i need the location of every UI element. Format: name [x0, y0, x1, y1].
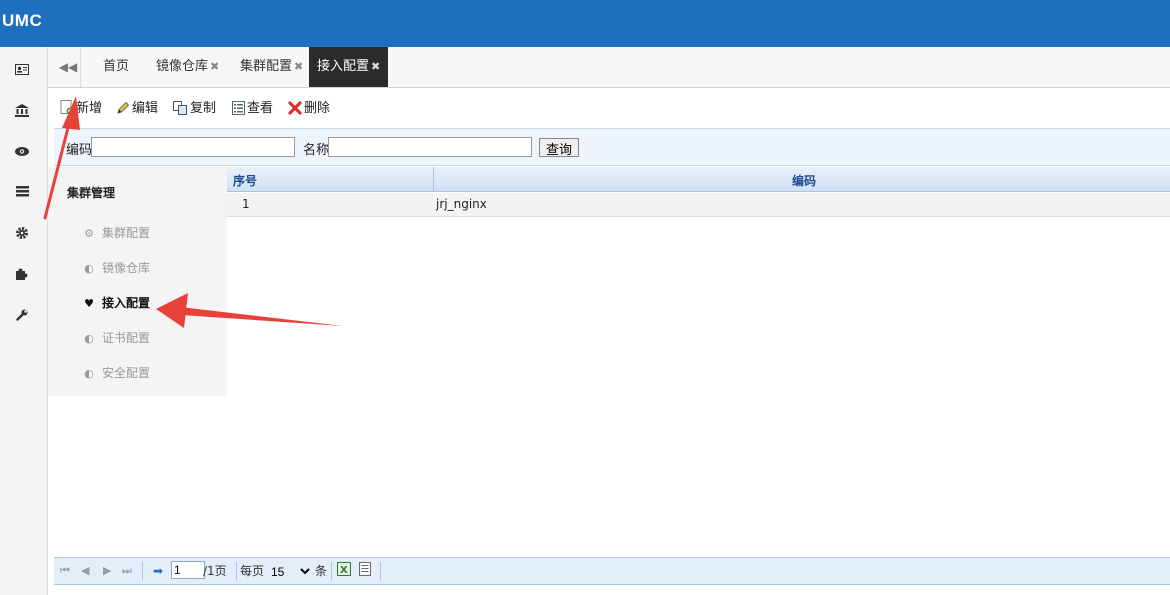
tab-home[interactable]: 首页: [103, 47, 129, 87]
close-icon[interactable]: ✖: [294, 60, 303, 73]
flyout-item-cluster-config[interactable]: ⚙ 集群配置: [82, 224, 150, 242]
toolbar: 新增 编辑 复制 查看 删除: [48, 88, 1170, 128]
close-icon[interactable]: ✖: [210, 60, 219, 73]
wrench-icon[interactable]: [13, 306, 31, 324]
tab-label: 首页: [103, 59, 130, 74]
pager-divider: [331, 562, 332, 580]
name-label: 名称: [303, 143, 330, 158]
tab-image-repo[interactable]: 镜像仓库 ✖: [156, 47, 219, 87]
cell-code: jrj_nginx: [436, 197, 487, 211]
pencil-icon: [117, 101, 130, 114]
tab-label: 镜像仓库: [156, 59, 209, 74]
svg-text:X: X: [340, 565, 348, 576]
app-logo: UMC: [2, 11, 43, 30]
excel-export-icon[interactable]: X: [337, 562, 351, 580]
column-header-index[interactable]: 序号: [233, 167, 257, 191]
pagination-bar: ⏮ ◀ ▶ ⏭ ➡ /1页 每页 15 条 X: [54, 557, 1170, 585]
left-icon-bar: [0, 47, 48, 595]
tab-scroll-back-button[interactable]: ◀◀: [56, 47, 81, 87]
view-button[interactable]: 查看: [232, 100, 273, 118]
tab-cluster-config[interactable]: 集群配置 ✖: [240, 47, 303, 87]
list-icon[interactable]: [13, 182, 31, 200]
search-bar: 编码 名称 查询: [54, 128, 1170, 166]
column-header-code[interactable]: 编码: [792, 167, 816, 191]
flyout-item-access-config[interactable]: ♥ 接入配置: [82, 294, 150, 312]
cell-index: 1: [242, 197, 250, 211]
last-page-icon[interactable]: ⏭: [122, 562, 132, 580]
per-page-select[interactable]: 15: [267, 562, 313, 581]
cluster-management-flyout: 集群管理 ⚙ 集群配置 ◐ 镜像仓库 ♥ 接入配置 ◐ 证书配置 ◐ 安全配置: [48, 167, 227, 396]
pager-divider: [142, 562, 143, 580]
eye-icon[interactable]: [13, 142, 31, 160]
tab-label: 接入配置: [317, 59, 370, 74]
go-page-icon[interactable]: ➡: [153, 562, 163, 580]
per-page-unit: 条: [315, 564, 328, 578]
page-total: /1页: [203, 564, 227, 578]
code-input[interactable]: [91, 137, 295, 157]
per-page-label: 每页: [240, 564, 265, 578]
copy-icon: [173, 101, 187, 115]
pager-divider: [380, 562, 381, 580]
first-page-icon[interactable]: ⏮: [60, 562, 70, 580]
leaf-icon: ◐: [84, 332, 94, 345]
flyout-item-image-repo[interactable]: ◐ 镜像仓库: [82, 259, 150, 277]
document-export-icon[interactable]: [359, 562, 371, 580]
next-page-icon[interactable]: ▶: [103, 562, 111, 580]
delete-x-icon: [288, 101, 302, 115]
flyout-item-security-config[interactable]: ◐ 安全配置: [82, 364, 150, 382]
code-label: 编码: [66, 143, 93, 158]
add-button[interactable]: 新增: [60, 100, 102, 118]
query-button[interactable]: 查询: [539, 138, 579, 158]
flyout-item-cert-config[interactable]: ◐ 证书配置: [82, 329, 150, 347]
view-list-icon: [232, 101, 245, 115]
edit-button[interactable]: 编辑: [116, 100, 158, 118]
copy-button[interactable]: 复制: [173, 100, 216, 118]
leaf-icon: ◐: [84, 367, 94, 380]
page-number-input[interactable]: [171, 561, 205, 579]
id-card-icon[interactable]: [13, 60, 31, 78]
column-divider[interactable]: [433, 167, 434, 191]
app-header: UMC: [0, 0, 1170, 47]
delete-button[interactable]: 删除: [288, 100, 330, 118]
tab-label: 集群配置: [240, 59, 293, 74]
cogs-icon: ⚙: [84, 227, 94, 240]
tab-bar: ◀◀ 首页 镜像仓库 ✖ 集群配置 ✖ 接入配置 ✖: [48, 47, 1170, 88]
close-icon[interactable]: ✖: [371, 60, 380, 73]
pager-divider: [236, 562, 237, 580]
heartbeat-icon: ♥: [84, 297, 94, 310]
prev-page-icon[interactable]: ◀: [81, 562, 89, 580]
bank-icon[interactable]: [13, 101, 31, 119]
gear-icon[interactable]: [13, 224, 31, 242]
add-icon: [60, 100, 74, 115]
leaf-icon: ◐: [84, 262, 94, 275]
flyout-title: 集群管理: [67, 186, 116, 200]
tab-access-config[interactable]: 接入配置 ✖: [309, 47, 389, 87]
name-input[interactable]: [328, 137, 532, 157]
puzzle-icon[interactable]: [13, 265, 31, 283]
